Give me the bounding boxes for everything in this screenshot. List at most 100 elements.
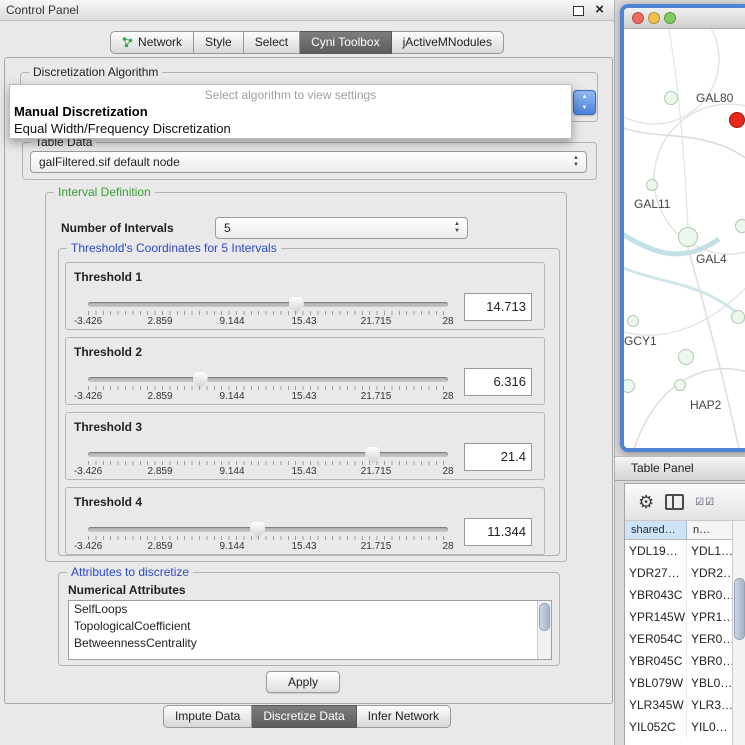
table-row[interactable]: YBR043CYBR0… xyxy=(625,584,733,606)
slider-ticks xyxy=(88,461,448,465)
tab-label: Style xyxy=(205,32,232,53)
scale-label: 28 xyxy=(442,466,453,477)
network-node[interactable] xyxy=(678,349,694,365)
list-scrollbar-thumb[interactable] xyxy=(539,603,550,631)
table-data-combobox[interactable]: galFiltered.sif default node ▲ ▼ xyxy=(30,151,587,173)
numerical-attributes-list[interactable]: SelfLoopsTopologicalCoefficientBetweenne… xyxy=(68,600,552,660)
control-panel-titlebar[interactable]: Control Panel × xyxy=(0,0,614,21)
slider-track[interactable] xyxy=(88,452,448,457)
tab-impute-data[interactable]: Impute Data xyxy=(163,705,252,728)
slider-ticks xyxy=(88,536,448,540)
threshold-4-slider[interactable]: -3.426 2.859 9.144 15.43 21.715 28 xyxy=(88,522,448,552)
table-body: shared… n… YDL19…YDL1…YDR27…YDR2…YBR043C… xyxy=(625,521,745,745)
arrow-down-icon: ▼ xyxy=(574,104,595,113)
table-scrollbar[interactable] xyxy=(732,521,745,745)
network-node[interactable] xyxy=(674,379,686,391)
network-canvas[interactable]: GAL80GAL11GAL4GCY1HAP2 xyxy=(624,29,745,449)
table-row[interactable]: YDR27…YDR2… xyxy=(625,562,733,584)
scale-label: -3.426 xyxy=(74,541,102,552)
threshold-3-slider[interactable]: -3.426 2.859 9.144 15.43 21.715 28 xyxy=(88,447,448,477)
scale-label: 28 xyxy=(442,316,453,327)
network-node-label: GAL4 xyxy=(696,252,727,266)
float-window-icon[interactable] xyxy=(573,6,584,16)
tab-select[interactable]: Select xyxy=(244,31,300,54)
scale-label: 28 xyxy=(442,391,453,402)
network-window-titlebar[interactable] xyxy=(624,8,745,29)
network-node[interactable] xyxy=(678,227,698,247)
threshold-4-value-field[interactable]: 11.344 xyxy=(464,518,532,546)
select-columns-icon[interactable]: ☑☑ xyxy=(695,497,715,508)
table-row[interactable]: YIL052CYIL0… xyxy=(625,716,733,738)
group-title: Discretization Algorithm xyxy=(29,65,162,79)
tab-discretize-data[interactable]: Discretize Data xyxy=(252,705,356,728)
threshold-4-panel: Threshold 4 -3.426 2.859 9.144 15.43 21.… xyxy=(65,487,545,555)
table-panel-header[interactable]: Table Panel xyxy=(615,456,745,481)
table-row[interactable]: YER054CYER0… xyxy=(625,628,733,650)
scale-label: 9.144 xyxy=(219,316,244,327)
table-rows: YDL19…YDL1…YDR27…YDR2…YBR043CYBR0…YPR145… xyxy=(625,540,733,738)
threshold-2-slider[interactable]: -3.426 2.859 9.144 15.43 21.715 28 xyxy=(88,372,448,402)
scale-label: 15.43 xyxy=(291,391,316,402)
list-scrollbar[interactable] xyxy=(537,601,551,659)
slider-track[interactable] xyxy=(88,302,448,307)
tab-label: Discretize Data xyxy=(263,706,344,727)
tab-network[interactable]: Network xyxy=(110,31,194,54)
table-row[interactable]: YLR345WYLR3… xyxy=(625,694,733,716)
threshold-1-value-field[interactable]: 14.713 xyxy=(464,293,532,321)
dropdown-placeholder-option[interactable]: Select algorithm to view settings xyxy=(10,85,571,102)
group-title: Threshold's Coordinates for 5 Intervals xyxy=(67,241,281,255)
slider-track[interactable] xyxy=(88,527,448,532)
table-row[interactable]: YPR145WYPR1… xyxy=(625,606,733,628)
table-row[interactable]: YBL079WYBL0… xyxy=(625,672,733,694)
table-scrollbar-thumb[interactable] xyxy=(734,578,745,640)
network-node[interactable] xyxy=(627,315,639,327)
columns-icon[interactable] xyxy=(665,494,684,510)
network-node[interactable] xyxy=(646,179,658,191)
network-node[interactable] xyxy=(664,91,678,105)
slider-track[interactable] xyxy=(88,377,448,382)
column-header-shared-name[interactable]: shared… xyxy=(625,521,687,539)
tab-label: Cyni Toolbox xyxy=(311,32,379,53)
scale-label: 15.43 xyxy=(291,466,316,477)
table-data-value: galFiltered.sif default node xyxy=(39,155,180,169)
spinner-value: 5 xyxy=(224,221,231,235)
gear-icon[interactable]: ⚙ xyxy=(638,493,654,511)
network-node[interactable] xyxy=(731,310,745,324)
table-row[interactable]: YDL19…YDL1… xyxy=(625,540,733,562)
attribute-item[interactable]: SelfLoops xyxy=(69,601,551,618)
threshold-3-value-field[interactable]: 21.4 xyxy=(464,443,532,471)
scale-label: 9.144 xyxy=(219,466,244,477)
threshold-1-panel: Threshold 1 -3.426 2.859 9.144 15.43 21.… xyxy=(65,262,545,330)
network-view-window: GAL80GAL11GAL4GCY1HAP2 xyxy=(620,4,745,452)
tab-infer-network[interactable]: Infer Network xyxy=(357,705,451,728)
spinner-stepper-icon[interactable]: ▲ ▼ xyxy=(452,221,462,235)
apply-button[interactable]: Apply xyxy=(266,671,340,693)
network-node[interactable] xyxy=(735,219,745,233)
top-tab-bar: Network Style Select Cyni Toolbox jActiv… xyxy=(0,31,614,54)
column-header-name[interactable]: n… xyxy=(687,521,733,539)
algorithm-dropdown-list: Select algorithm to view settings Manual… xyxy=(9,84,572,139)
selected-network-node[interactable] xyxy=(729,112,745,128)
combobox-stepper-icon[interactable]: ▲ ▼ xyxy=(571,155,581,169)
algorithm-combobox-stepper[interactable]: ▲ ▼ xyxy=(573,90,596,115)
tab-cyni-toolbox[interactable]: Cyni Toolbox xyxy=(300,31,391,54)
tab-jactivemnodules[interactable]: jActiveMNodules xyxy=(392,31,504,54)
arrow-up-icon: ▲ xyxy=(452,221,462,228)
zoom-window-button[interactable] xyxy=(664,12,676,24)
threshold-1-slider[interactable]: -3.426 2.859 9.144 15.43 21.715 28 xyxy=(88,297,448,327)
table-row[interactable]: YBR045CYBR0… xyxy=(625,650,733,672)
close-window-button[interactable] xyxy=(632,12,644,24)
threshold-label: Threshold 4 xyxy=(74,495,142,509)
dropdown-option-equal-width[interactable]: Equal Width/Frequency Discretization xyxy=(10,119,571,136)
scale-label: 21.715 xyxy=(361,541,392,552)
tab-style[interactable]: Style xyxy=(194,31,244,54)
close-icon[interactable]: × xyxy=(595,1,604,18)
table-toolbar: ⚙ ☑☑ xyxy=(625,484,745,521)
scale-label: -3.426 xyxy=(74,316,102,327)
minimize-window-button[interactable] xyxy=(648,12,660,24)
attribute-item[interactable]: TopologicalCoefficient xyxy=(69,618,551,635)
dropdown-option-manual-discretization[interactable]: Manual Discretization xyxy=(10,102,571,119)
attribute-item[interactable]: BetweennessCentrality xyxy=(69,635,551,652)
threshold-2-value-field[interactable]: 6.316 xyxy=(464,368,532,396)
number-of-intervals-spinner[interactable]: 5 ▲ ▼ xyxy=(215,217,468,239)
